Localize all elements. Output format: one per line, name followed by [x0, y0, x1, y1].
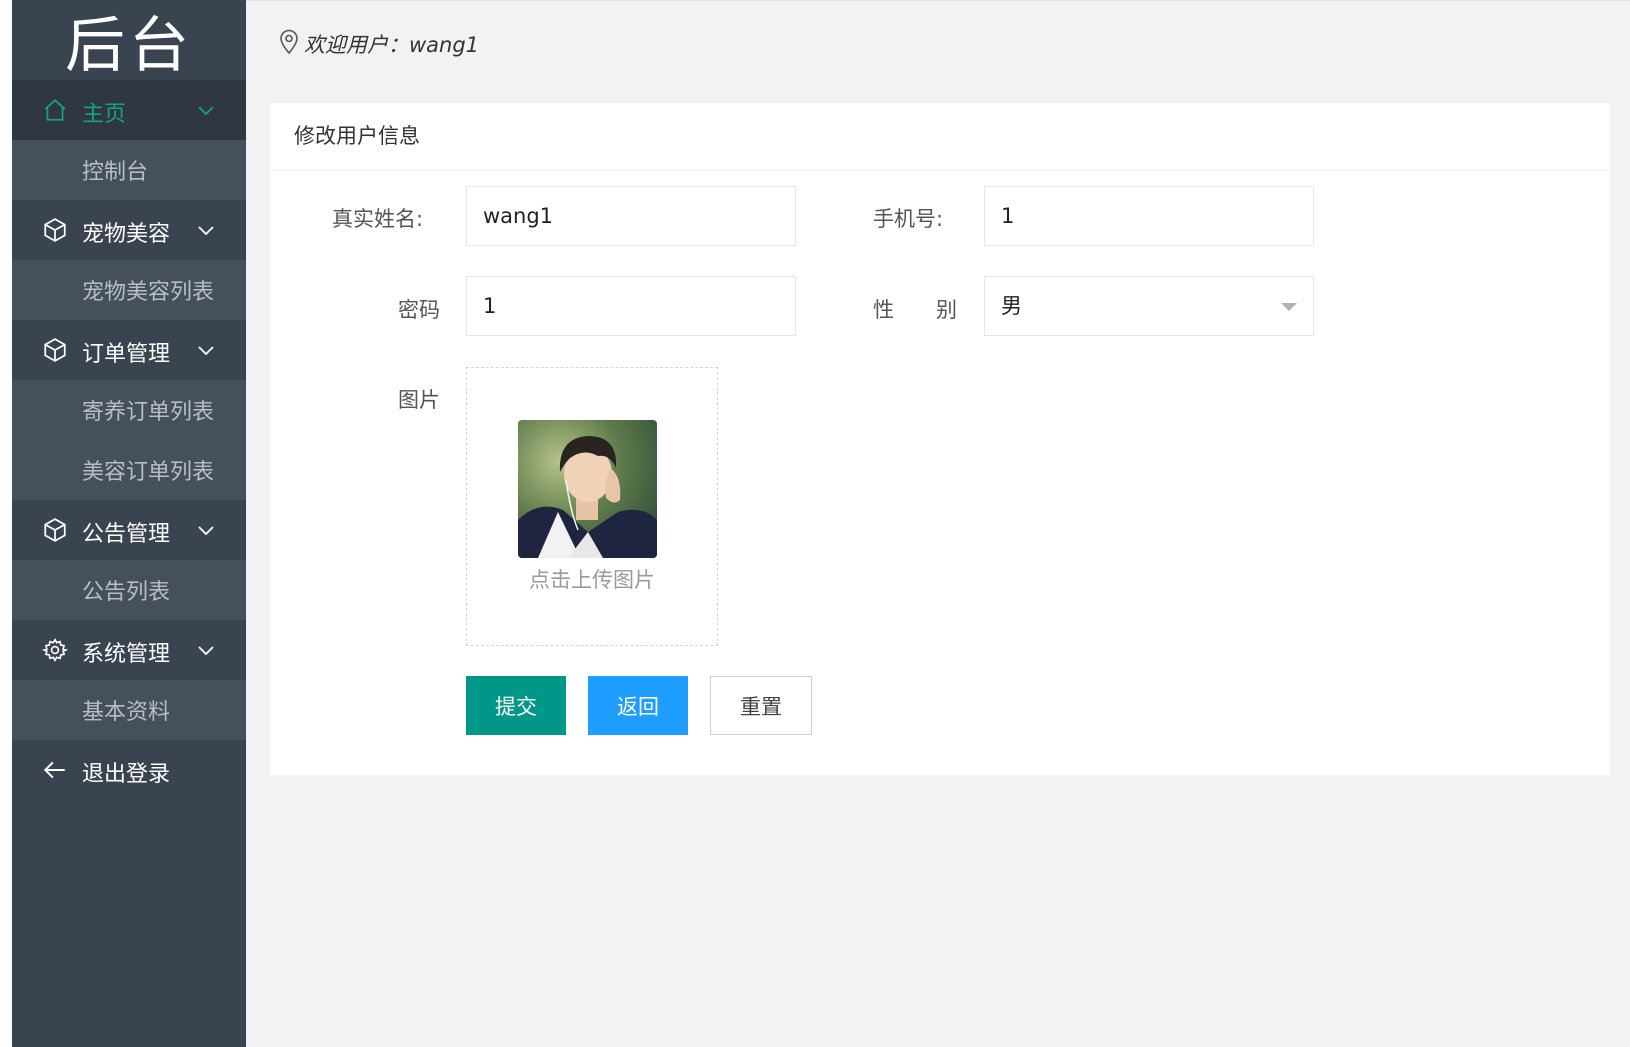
card-title: 修改用户信息 [270, 103, 1610, 171]
caret-down-icon [1281, 303, 1297, 311]
menu-system-label: 系统管理 [82, 642, 171, 667]
sidebar: 后台 主页 控制台 宠物美容 宠物美容列表 订单管理 寄养订单列表 美容订单列表… [12, 0, 246, 1047]
menu-announcement-management[interactable]: 公告管理 [12, 500, 246, 560]
menu-pet-grooming-label: 宠物美容 [82, 222, 171, 247]
gender-label: 性 别 [873, 298, 957, 322]
submenu-basic-profile[interactable]: 基本资料 [12, 680, 246, 740]
back-button[interactable]: 返回 [588, 676, 688, 735]
chevron-down-icon [198, 346, 214, 356]
logout-button[interactable]: 退出登录 [12, 740, 246, 800]
main-content: 修改用户信息 真实姓名: wang1 手机号: 1 密码 1 性 别 男 图片 [246, 80, 1630, 1047]
chevron-down-icon [198, 106, 214, 116]
user-photo [518, 420, 657, 558]
gear-icon [42, 638, 68, 662]
submenu-pet-grooming-list[interactable]: 宠物美容列表 [12, 260, 246, 320]
chevron-down-icon [198, 526, 214, 536]
phone-input[interactable]: 1 [984, 186, 1314, 246]
menu-announcement-label: 公告管理 [82, 522, 171, 547]
phone-label: 手机号: [873, 207, 944, 231]
image-upload-area[interactable]: 点击上传图片 [466, 367, 718, 646]
location-pin-icon [280, 29, 298, 55]
chevron-down-icon [198, 226, 214, 236]
menu-home[interactable]: 主页 [12, 80, 246, 140]
menu-order-management-label: 订单管理 [82, 342, 171, 367]
realname-label: 真实姓名: [332, 207, 424, 231]
image-label: 图片 [398, 388, 440, 412]
home-icon [44, 99, 66, 121]
cube-icon [44, 518, 66, 542]
gender-select-value: 男 [1001, 294, 1022, 318]
app-logo: 后台 [12, 0, 246, 81]
gender-select[interactable]: 男 [984, 276, 1314, 336]
submenu-boarding-orders[interactable]: 寄养订单列表 [12, 380, 246, 440]
menu-home-label: 主页 [82, 102, 127, 127]
chevron-down-icon [198, 646, 214, 656]
welcome-text: 欢迎用户：wang1 [304, 33, 480, 57]
arrow-left-icon [43, 761, 65, 779]
submit-button[interactable]: 提交 [466, 676, 566, 735]
upload-hint: 点击上传图片 [529, 568, 655, 592]
logout-label: 退出登录 [82, 762, 171, 787]
top-bar: 欢迎用户：wang1 [246, 0, 1630, 80]
cube-icon [44, 218, 66, 242]
password-label: 密码 [398, 298, 440, 322]
cube-icon [44, 338, 66, 362]
menu-pet-grooming[interactable]: 宠物美容 [12, 200, 246, 260]
edit-user-card: 修改用户信息 真实姓名: wang1 手机号: 1 密码 1 性 别 男 图片 [270, 103, 1610, 775]
submenu-grooming-orders[interactable]: 美容订单列表 [12, 440, 246, 500]
menu-order-management[interactable]: 订单管理 [12, 320, 246, 380]
menu-system-management[interactable]: 系统管理 [12, 620, 246, 680]
password-input[interactable]: 1 [466, 276, 796, 336]
realname-input[interactable]: wang1 [466, 186, 796, 246]
submenu-dashboard[interactable]: 控制台 [12, 140, 246, 200]
submenu-announcement-list[interactable]: 公告列表 [12, 560, 246, 620]
reset-button[interactable]: 重置 [710, 676, 812, 735]
